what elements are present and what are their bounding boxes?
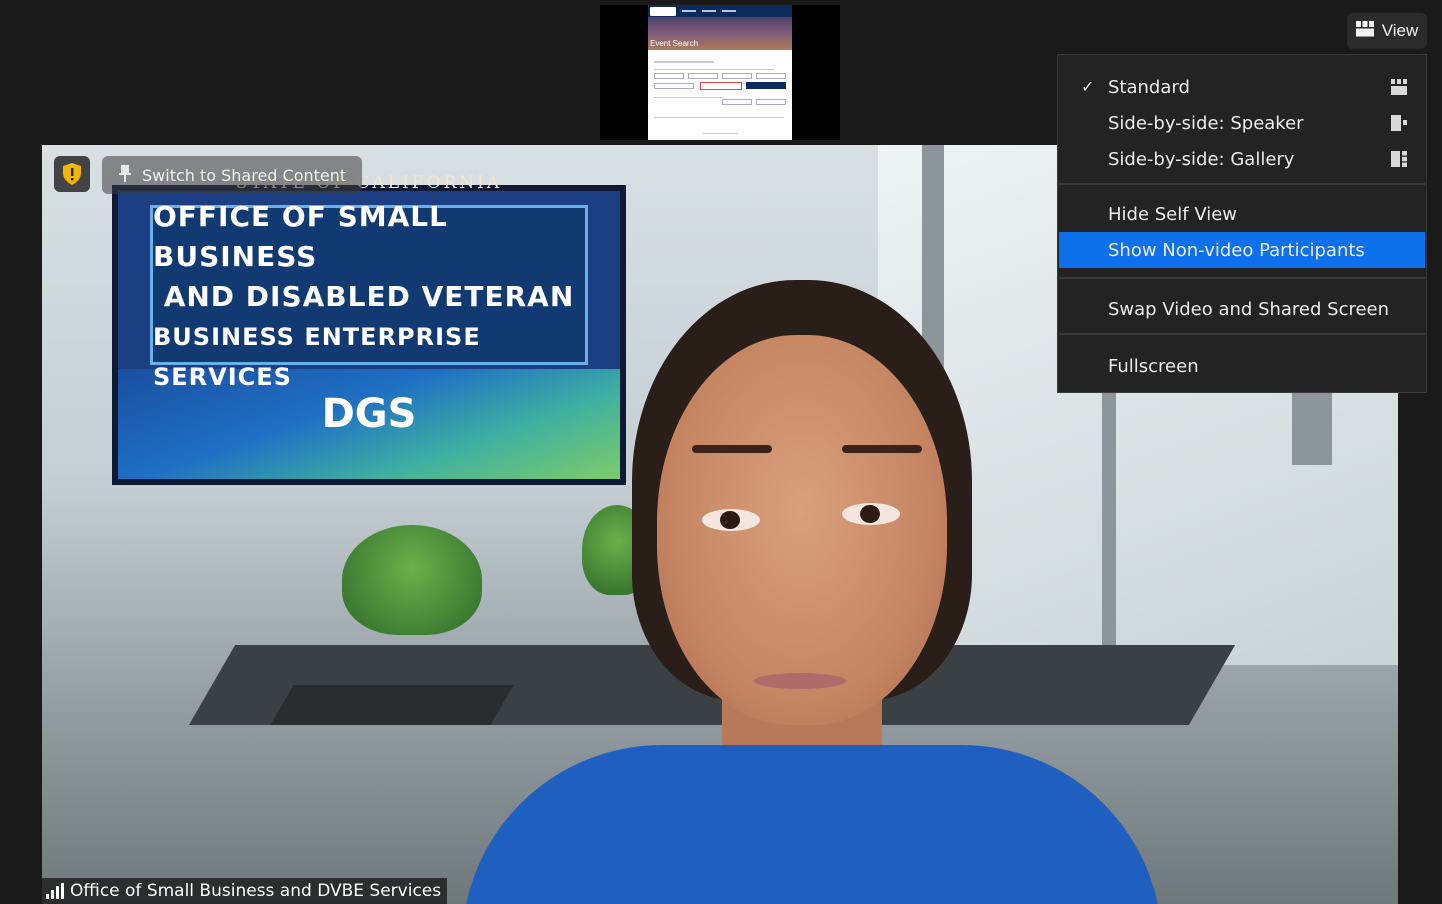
switch-label: Switch to Shared Content bbox=[142, 165, 347, 185]
zoom-meeting-window: Event Search STATE OF CALIFORNIA OFFICE … bbox=[0, 0, 1442, 904]
switch-to-shared-content-button[interactable]: Switch to Shared Content bbox=[102, 156, 363, 194]
shared-screen-thumbnail[interactable]: Event Search bbox=[600, 5, 840, 140]
menu-item-fullscreen[interactable]: Fullscreen bbox=[1059, 348, 1425, 384]
signal-strength-icon bbox=[46, 883, 64, 899]
pin-icon bbox=[118, 164, 132, 186]
menu-separator bbox=[1059, 277, 1425, 279]
sign-line-1: OFFICE OF SMALL BUSINESS bbox=[153, 200, 448, 273]
menu-item-side-by-side-gallery[interactable]: Side-by-side: Gallery bbox=[1059, 141, 1425, 177]
sign-line-3: BUSINESS ENTERPRISE SERVICES bbox=[153, 323, 481, 391]
menu-item-show-non-video-participants[interactable]: Show Non-video Participants bbox=[1059, 232, 1425, 268]
dgs-logo: DGS bbox=[321, 391, 417, 437]
tv-sign-panel: STATE OF CALIFORNIA OFFICE OF SMALL BUSI… bbox=[150, 173, 588, 391]
webpage-nav bbox=[648, 5, 792, 17]
standard-layout-icon bbox=[1391, 79, 1407, 100]
menu-item-standard[interactable]: ✓ Standard bbox=[1059, 69, 1425, 105]
menu-item-label: Side-by-side: Gallery bbox=[1108, 148, 1295, 170]
shield-icon[interactable] bbox=[54, 156, 90, 192]
menu-item-side-by-side-speaker[interactable]: Side-by-side: Speaker bbox=[1059, 105, 1425, 141]
sign-line-2: AND DISABLED VETERAN bbox=[163, 280, 575, 313]
webpage-hero: Event Search bbox=[648, 5, 792, 50]
menu-item-label: Side-by-side: Speaker bbox=[1108, 112, 1304, 134]
menu-item-label: Standard bbox=[1108, 76, 1190, 98]
right-eye bbox=[842, 503, 900, 525]
view-menu: ✓ Standard Side-by-side: Speaker Side-by… bbox=[1057, 54, 1427, 393]
webpage-title: Event Search bbox=[650, 39, 699, 48]
menu-item-label: Swap Video and Shared Screen bbox=[1108, 298, 1390, 320]
view-button[interactable]: View bbox=[1347, 13, 1427, 49]
webpage-logo bbox=[650, 6, 676, 16]
shared-webpage: Event Search bbox=[648, 5, 792, 140]
person-face bbox=[657, 335, 947, 725]
menu-separator bbox=[1059, 183, 1425, 185]
side-gallery-icon bbox=[1391, 151, 1407, 172]
side-speaker-icon bbox=[1391, 115, 1407, 136]
menu-item-label: Show Non-video Participants bbox=[1108, 239, 1365, 261]
menu-item-hide-self-view[interactable]: Hide Self View bbox=[1059, 196, 1425, 232]
mouth bbox=[754, 673, 846, 689]
menu-item-swap-video-and-shared-screen[interactable]: Swap Video and Shared Screen bbox=[1059, 291, 1425, 327]
checkmark-icon: ✓ bbox=[1081, 77, 1095, 96]
laptop bbox=[270, 685, 514, 725]
participant-name: Office of Small Business and DVBE Servic… bbox=[70, 881, 442, 901]
tv-sign: STATE OF CALIFORNIA OFFICE OF SMALL BUSI… bbox=[112, 173, 626, 485]
menu-item-label: Hide Self View bbox=[1108, 203, 1238, 225]
participant-name-tag: Office of Small Business and DVBE Servic… bbox=[42, 878, 448, 904]
menu-separator bbox=[1059, 333, 1425, 335]
view-button-label: View bbox=[1381, 21, 1419, 40]
menu-item-label: Fullscreen bbox=[1108, 355, 1199, 377]
gallery-grid-icon bbox=[1355, 20, 1374, 42]
left-eye bbox=[702, 509, 760, 531]
person-shirt bbox=[462, 745, 1162, 904]
